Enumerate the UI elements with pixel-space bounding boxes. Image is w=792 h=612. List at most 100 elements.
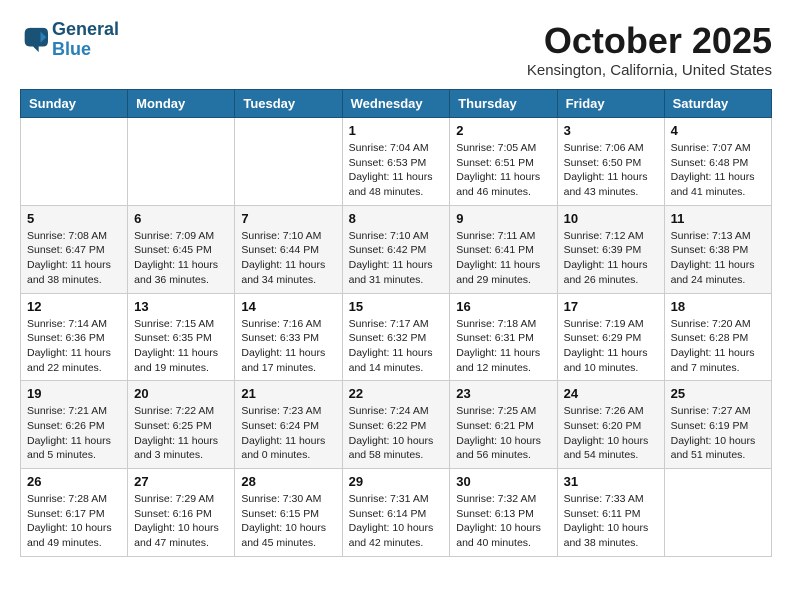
week-row-3: 12Sunrise: 7:14 AM Sunset: 6:36 PM Dayli… — [21, 293, 772, 381]
day-info: Sunrise: 7:04 AM Sunset: 6:53 PM Dayligh… — [349, 141, 444, 200]
day-info: Sunrise: 7:26 AM Sunset: 6:20 PM Dayligh… — [564, 404, 658, 463]
logo: General Blue — [20, 20, 119, 60]
page-header: General Blue October 2025 Kensington, Ca… — [20, 20, 772, 79]
day-number: 15 — [349, 299, 444, 314]
day-number: 3 — [564, 123, 658, 138]
week-row-2: 5 Sunrise: 7:08 AM Sunset: 6:47 PM Daylig… — [21, 205, 772, 293]
calendar-cell: 15 Sunrise: 7:17 AM Sunset: 6:32 PM Dayli… — [342, 293, 450, 381]
day-info: Sunrise: 7:17 AM Sunset: 6:32 PM Dayligh… — [349, 317, 444, 376]
day-number: 8 — [349, 211, 444, 226]
logo-line1: General — [52, 20, 119, 40]
day-number: 31 — [564, 474, 658, 489]
calendar-cell: 24 Sunrise: 7:26 AM Sunset: 6:20 PM Dayli… — [557, 381, 664, 469]
day-info: Sunrise: 7:23 AM Sunset: 6:24 PM Dayligh… — [241, 404, 335, 463]
calendar-cell: 8 Sunrise: 7:10 AM Sunset: 6:42 PM Daylig… — [342, 205, 450, 293]
calendar-cell: 16 Sunrise: 7:18 AM Sunset: 6:31 PM Dayli… — [450, 293, 557, 381]
day-number: 16 — [456, 299, 550, 314]
day-info: Sunrise: 7:25 AM Sunset: 6:21 PM Dayligh… — [456, 404, 550, 463]
calendar-cell: 5 Sunrise: 7:08 AM Sunset: 6:47 PM Daylig… — [21, 205, 128, 293]
calendar-cell: 30Sunrise: 7:32 AM Sunset: 6:13 PM Dayli… — [450, 469, 557, 557]
day-info: Sunrise: 7:10 AM Sunset: 6:44 PM Dayligh… — [241, 229, 335, 288]
calendar-cell: 12Sunrise: 7:14 AM Sunset: 6:36 PM Dayli… — [21, 293, 128, 381]
day-number: 30 — [456, 474, 550, 489]
day-number: 9 — [456, 211, 550, 226]
day-number: 10 — [564, 211, 658, 226]
calendar-cell: 22 Sunrise: 7:24 AM Sunset: 6:22 PM Dayli… — [342, 381, 450, 469]
logo-icon — [20, 26, 48, 54]
day-info: Sunrise: 7:14 AM Sunset: 6:36 PM Dayligh… — [27, 317, 121, 376]
logo-line2: Blue — [52, 40, 119, 60]
day-number: 28 — [241, 474, 335, 489]
calendar-cell: 26Sunrise: 7:28 AM Sunset: 6:17 PM Dayli… — [21, 469, 128, 557]
calendar-cell: 29Sunrise: 7:31 AM Sunset: 6:14 PM Dayli… — [342, 469, 450, 557]
day-number: 21 — [241, 386, 335, 401]
day-info: Sunrise: 7:11 AM Sunset: 6:41 PM Dayligh… — [456, 229, 550, 288]
calendar-cell: 13 Sunrise: 7:15 AM Sunset: 6:35 PM Dayli… — [128, 293, 235, 381]
day-number: 7 — [241, 211, 335, 226]
calendar-cell — [235, 118, 342, 206]
day-number: 5 — [27, 211, 121, 226]
month-title: October 2025 — [527, 20, 772, 62]
day-number: 23 — [456, 386, 550, 401]
calendar-cell: 19 Sunrise: 7:21 AM Sunset: 6:26 PM Dayli… — [21, 381, 128, 469]
day-info: Sunrise: 7:12 AM Sunset: 6:39 PM Dayligh… — [564, 229, 658, 288]
day-info: Sunrise: 7:19 AM Sunset: 6:29 PM Dayligh… — [564, 317, 658, 376]
day-number: 14 — [241, 299, 335, 314]
location: Kensington, California, United States — [527, 62, 772, 79]
day-info: Sunrise: 7:10 AM Sunset: 6:42 PM Dayligh… — [349, 229, 444, 288]
calendar: SundayMondayTuesdayWednesdayThursdayFrid… — [20, 89, 772, 557]
calendar-cell: 4 Sunrise: 7:07 AM Sunset: 6:48 PM Daylig… — [664, 118, 771, 206]
calendar-cell: 21 Sunrise: 7:23 AM Sunset: 6:24 PM Dayli… — [235, 381, 342, 469]
day-info: Sunrise: 7:21 AM Sunset: 6:26 PM Dayligh… — [27, 404, 121, 463]
weekday-header-thursday: Thursday — [450, 90, 557, 118]
day-number: 18 — [671, 299, 765, 314]
day-number: 20 — [134, 386, 228, 401]
day-info: Sunrise: 7:22 AM Sunset: 6:25 PM Dayligh… — [134, 404, 228, 463]
day-info: Sunrise: 7:13 AM Sunset: 6:38 PM Dayligh… — [671, 229, 765, 288]
calendar-cell: 25Sunrise: 7:27 AM Sunset: 6:19 PM Dayli… — [664, 381, 771, 469]
calendar-cell: 7 Sunrise: 7:10 AM Sunset: 6:44 PM Daylig… — [235, 205, 342, 293]
day-number: 17 — [564, 299, 658, 314]
day-number: 22 — [349, 386, 444, 401]
day-info: Sunrise: 7:33 AM Sunset: 6:11 PM Dayligh… — [564, 492, 658, 551]
calendar-cell: 1 Sunrise: 7:04 AM Sunset: 6:53 PM Daylig… — [342, 118, 450, 206]
day-number: 6 — [134, 211, 228, 226]
day-info: Sunrise: 7:08 AM Sunset: 6:47 PM Dayligh… — [27, 229, 121, 288]
day-number: 13 — [134, 299, 228, 314]
weekday-header-sunday: Sunday — [21, 90, 128, 118]
calendar-cell: 18 Sunrise: 7:20 AM Sunset: 6:28 PM Dayli… — [664, 293, 771, 381]
day-info: Sunrise: 7:07 AM Sunset: 6:48 PM Dayligh… — [671, 141, 765, 200]
day-info: Sunrise: 7:20 AM Sunset: 6:28 PM Dayligh… — [671, 317, 765, 376]
day-info: Sunrise: 7:06 AM Sunset: 6:50 PM Dayligh… — [564, 141, 658, 200]
calendar-cell: 11 Sunrise: 7:13 AM Sunset: 6:38 PM Dayli… — [664, 205, 771, 293]
day-number: 4 — [671, 123, 765, 138]
calendar-cell: 2 Sunrise: 7:05 AM Sunset: 6:51 PM Daylig… — [450, 118, 557, 206]
day-info: Sunrise: 7:24 AM Sunset: 6:22 PM Dayligh… — [349, 404, 444, 463]
calendar-cell: 14 Sunrise: 7:16 AM Sunset: 6:33 PM Dayli… — [235, 293, 342, 381]
day-info: Sunrise: 7:18 AM Sunset: 6:31 PM Dayligh… — [456, 317, 550, 376]
week-row-5: 26Sunrise: 7:28 AM Sunset: 6:17 PM Dayli… — [21, 469, 772, 557]
calendar-cell: 9 Sunrise: 7:11 AM Sunset: 6:41 PM Daylig… — [450, 205, 557, 293]
day-info: Sunrise: 7:15 AM Sunset: 6:35 PM Dayligh… — [134, 317, 228, 376]
day-info: Sunrise: 7:30 AM Sunset: 6:15 PM Dayligh… — [241, 492, 335, 551]
day-number: 19 — [27, 386, 121, 401]
calendar-cell: 31 Sunrise: 7:33 AM Sunset: 6:11 PM Dayli… — [557, 469, 664, 557]
weekday-header-friday: Friday — [557, 90, 664, 118]
calendar-cell: 27Sunrise: 7:29 AM Sunset: 6:16 PM Dayli… — [128, 469, 235, 557]
calendar-cell: 17 Sunrise: 7:19 AM Sunset: 6:29 PM Dayli… — [557, 293, 664, 381]
day-info: Sunrise: 7:05 AM Sunset: 6:51 PM Dayligh… — [456, 141, 550, 200]
weekday-header-tuesday: Tuesday — [235, 90, 342, 118]
day-number: 27 — [134, 474, 228, 489]
calendar-cell — [128, 118, 235, 206]
day-number: 1 — [349, 123, 444, 138]
day-number: 2 — [456, 123, 550, 138]
day-info: Sunrise: 7:09 AM Sunset: 6:45 PM Dayligh… — [134, 229, 228, 288]
day-info: Sunrise: 7:16 AM Sunset: 6:33 PM Dayligh… — [241, 317, 335, 376]
day-info: Sunrise: 7:31 AM Sunset: 6:14 PM Dayligh… — [349, 492, 444, 551]
day-info: Sunrise: 7:28 AM Sunset: 6:17 PM Dayligh… — [27, 492, 121, 551]
day-number: 24 — [564, 386, 658, 401]
calendar-cell: 3 Sunrise: 7:06 AM Sunset: 6:50 PM Daylig… — [557, 118, 664, 206]
weekday-header-row: SundayMondayTuesdayWednesdayThursdayFrid… — [21, 90, 772, 118]
day-number: 11 — [671, 211, 765, 226]
weekday-header-saturday: Saturday — [664, 90, 771, 118]
